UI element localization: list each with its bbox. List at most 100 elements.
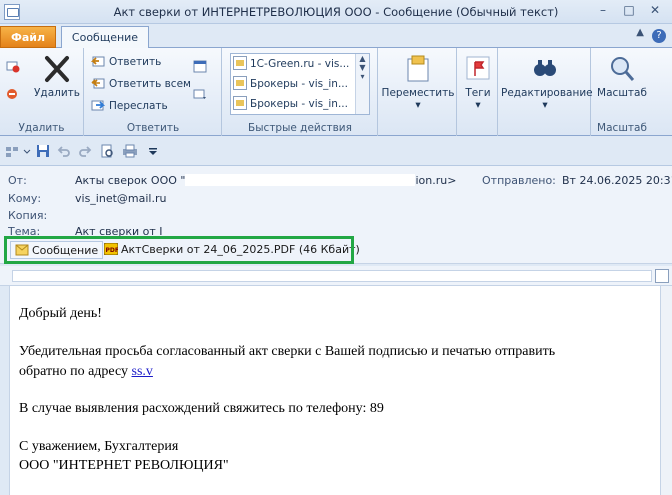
- binoculars-icon: [530, 54, 560, 84]
- body-line: Убедительная просьба согласованный акт с…: [19, 344, 556, 359]
- move-button[interactable]: Переместить ▾: [381, 54, 455, 111]
- move-label: Переместить: [381, 87, 455, 99]
- tags-button[interactable]: Теги ▾: [460, 54, 496, 111]
- quick-step-item[interactable]: Брокеры - vis_in...: [233, 95, 353, 114]
- window-title: Акт сверки от ИНТЕРНЕТРЕВОЛЮЦИЯ ООО - Со…: [113, 5, 559, 19]
- from-value-start: Акты сверок ООО ": [75, 174, 186, 187]
- ignore-icon: [6, 59, 20, 73]
- ruler: [0, 266, 672, 286]
- group-edit: Редактирование ▾: [499, 48, 593, 136]
- help-icon[interactable]: ?: [652, 29, 666, 43]
- ruler-scale: [12, 270, 652, 282]
- minimize-button[interactable]: –: [590, 2, 616, 20]
- sent-value: Вт 24.06.2025 20:31: [562, 174, 672, 187]
- reply-all-label: Ответить всем: [109, 78, 191, 90]
- group-zoom: Масштаб Масштаб: [592, 48, 652, 136]
- quick-steps-gallery: 1C-Green.ru - vis... Брокеры - vis_in...…: [230, 53, 370, 115]
- redo-icon[interactable]: [78, 144, 92, 158]
- edit-label: Редактирование: [501, 87, 593, 99]
- group-delete: Удалить Удалить: [0, 48, 84, 136]
- tab-message[interactable]: Сообщение: [61, 26, 149, 49]
- group-quick-steps: 1C-Green.ru - vis... Брокеры - vis_in...…: [223, 48, 378, 136]
- body-line: В случае выявления расхождений свяжитесь…: [19, 401, 384, 416]
- reply-icon: [90, 54, 105, 68]
- collapse-ribbon-icon[interactable]: ▲: [636, 27, 644, 38]
- forward-label: Переслать: [109, 100, 168, 112]
- group-tags: Теги ▾: [458, 48, 498, 136]
- tags-label: Теги: [465, 87, 491, 99]
- delete-button[interactable]: Удалить: [34, 54, 80, 99]
- ribbon: Удалить Удалить Ответить Ответить всем П…: [0, 48, 672, 136]
- quick-access-toolbar: [0, 137, 672, 166]
- folder-move-icon: [233, 96, 247, 110]
- group-label-respond: Ответить: [126, 122, 180, 134]
- to-value[interactable]: vis_inet@mail.ru: [75, 192, 166, 205]
- junk-icon: [6, 87, 20, 101]
- subject-label: Тема:: [8, 225, 41, 236]
- highlight-box: [4, 236, 354, 264]
- group-label-delete: Удалить: [18, 122, 65, 134]
- ruler-toggle-icon[interactable]: [655, 269, 669, 283]
- ignore-button[interactable]: [6, 58, 24, 77]
- forward-button[interactable]: Переслать: [91, 97, 168, 116]
- group-move: Переместить ▾: [379, 48, 457, 136]
- grip-icon: [5, 144, 19, 158]
- print-icon[interactable]: [122, 144, 137, 158]
- dropdown-arrow-icon: ▾: [542, 99, 548, 111]
- maximize-button[interactable]: □: [616, 2, 642, 20]
- customize-toolbar-icon[interactable]: [148, 144, 162, 158]
- meeting-reply-button[interactable]: [193, 58, 211, 77]
- flag-icon: [463, 54, 493, 84]
- body-line: С уважением, Бухгалтерия: [19, 439, 179, 454]
- body-line-text: обратно по адресу: [19, 364, 132, 379]
- zoom-button[interactable]: Масштаб: [594, 54, 650, 99]
- edit-button[interactable]: Редактирование ▾: [501, 54, 593, 111]
- group-label-zoom: Масштаб: [597, 122, 647, 134]
- forward-icon: [91, 98, 106, 112]
- email-link[interactable]: ss.v: [132, 364, 153, 379]
- close-button[interactable]: ✕: [642, 2, 668, 20]
- zoom-label: Масштаб: [597, 87, 647, 99]
- more-respond-button[interactable]: [193, 86, 211, 105]
- quick-step-label: Брокеры - vis_in...: [250, 98, 348, 110]
- more-respond-icon: [193, 87, 207, 101]
- calendar-icon: [193, 59, 207, 73]
- folder-move-icon: [233, 56, 247, 70]
- message-body[interactable]: Добрый день! Убедительная просьба соглас…: [9, 286, 660, 495]
- title-bar: Акт сверки от ИНТЕРНЕТРЕВОЛЮЦИЯ ООО - Со…: [0, 0, 672, 24]
- more-icon[interactable]: [22, 144, 36, 158]
- magnifier-icon: [607, 54, 637, 84]
- ribbon-tabs: Файл Сообщение ▲ ?: [0, 24, 672, 49]
- cc-label: Копия:: [8, 209, 48, 222]
- reply-all-button[interactable]: Ответить всем: [91, 75, 191, 94]
- dropdown-arrow-icon: ▾: [415, 99, 421, 111]
- message-header: От: Акты сверок ООО " ion.ru> Отправлено:…: [0, 166, 672, 236]
- delete-x-icon: [42, 54, 72, 84]
- quick-step-item[interactable]: Брокеры - vis_in...: [233, 75, 353, 94]
- print-preview-icon[interactable]: [100, 144, 114, 158]
- folder-move-icon: [233, 76, 247, 90]
- body-line: Добрый день!: [19, 306, 102, 321]
- tab-file[interactable]: Файл: [0, 26, 56, 48]
- redacted-block: [185, 174, 416, 186]
- quick-step-item[interactable]: 1C-Green.ru - vis...: [233, 55, 353, 74]
- from-value: Акты сверок ООО " ion.ru>: [75, 174, 456, 187]
- from-value-end: ion.ru>: [415, 174, 457, 187]
- delete-button-label: Удалить: [34, 87, 80, 99]
- reply-button[interactable]: Ответить: [90, 53, 162, 72]
- undo-icon[interactable]: [57, 144, 71, 158]
- dropdown-arrow-icon: ▾: [475, 99, 481, 111]
- body-line: ООО "ИНТЕРНЕТ РЕВОЛЮЦИЯ": [19, 458, 229, 473]
- quick-steps-scroll[interactable]: ▲ ▼ ▾: [355, 54, 369, 114]
- quick-step-label: 1C-Green.ru - vis...: [250, 58, 350, 70]
- junk-button[interactable]: [6, 86, 24, 105]
- reply-all-icon: [91, 76, 105, 90]
- from-label: От:: [8, 174, 27, 187]
- subject-value: Акт сверки от I: [75, 225, 163, 236]
- to-label: Кому:: [8, 192, 42, 205]
- save-icon[interactable]: [36, 144, 50, 158]
- reply-label: Ответить: [109, 56, 162, 68]
- vertical-scrollbar[interactable]: [660, 286, 672, 495]
- group-respond: Ответить Ответить всем Переслать Ответит…: [85, 48, 222, 136]
- group-label-quick-steps: Быстрые действия: [248, 122, 352, 134]
